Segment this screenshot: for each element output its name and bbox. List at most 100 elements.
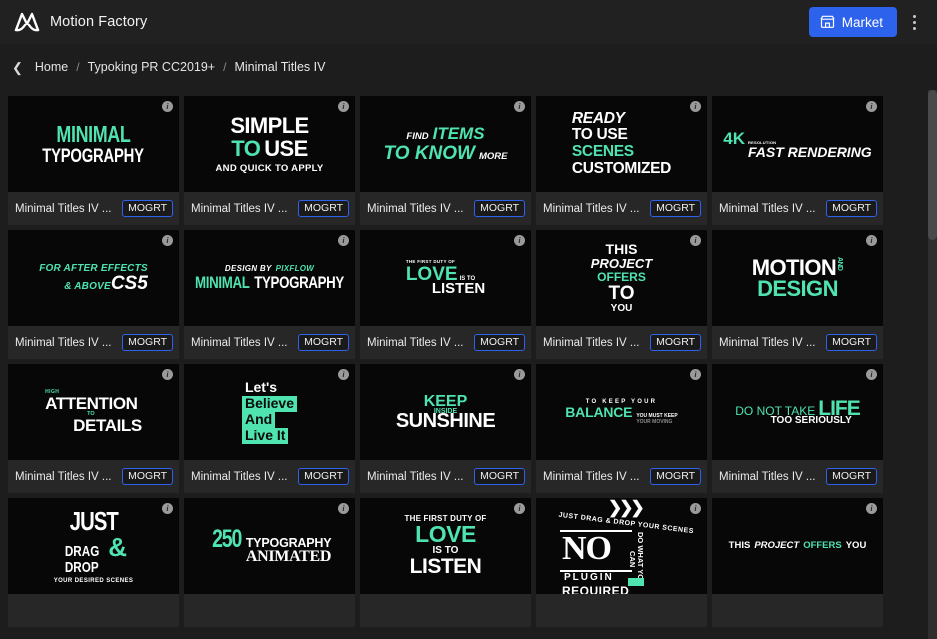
- info-icon[interactable]: i: [690, 503, 701, 514]
- template-card[interactable]: i THE FIRST DUTY OF LOVE IS TO LISTEN Min…: [360, 230, 531, 359]
- template-card[interactable]: i FOR AFTER EFFECTS & ABOVECS5 Minimal T…: [8, 230, 179, 359]
- template-card[interactable]: i 250 TYPOGRAPHY ANIMATED: [184, 498, 355, 627]
- info-icon[interactable]: i: [690, 101, 701, 112]
- template-card[interactable]: i THE FIRST DUTY OF LOVE IS TO LISTEN: [360, 498, 531, 627]
- card-meta: Minimal Titles IV ... MOGRT: [536, 326, 707, 359]
- art-text: SIMPLE: [230, 112, 309, 138]
- info-icon[interactable]: i: [338, 101, 349, 112]
- info-icon[interactable]: i: [514, 369, 525, 380]
- info-icon[interactable]: i: [338, 503, 349, 514]
- info-icon[interactable]: i: [690, 235, 701, 246]
- info-icon[interactable]: i: [866, 503, 877, 514]
- template-thumbnail[interactable]: i DO NOT TAKE LIFE TOO SERIOUSLY: [712, 364, 883, 460]
- top-bar: Motion Factory Market: [0, 0, 937, 44]
- art-text: READY: [571, 109, 625, 127]
- status-badge: MOGRT: [122, 199, 173, 218]
- template-card[interactable]: i Let's Believe And Live It Minimal Titl…: [184, 364, 355, 493]
- status-badge: MOGRT: [298, 467, 349, 486]
- card-title: Minimal Titles IV ...: [719, 202, 816, 215]
- info-icon[interactable]: i: [162, 101, 173, 112]
- template-card[interactable]: i THIS PROJECT OFFERS TO YOU Minimal Tit…: [536, 230, 707, 359]
- template-thumbnail[interactable]: i 250 TYPOGRAPHY ANIMATED: [184, 498, 355, 594]
- template-grid: i MINIMAL TYPOGRAPHY Minimal Titles IV .…: [0, 90, 937, 627]
- status-badge: MOGRT: [650, 199, 701, 218]
- card-meta: Minimal Titles IV ... MOGRT: [712, 192, 883, 225]
- template-card[interactable]: i TO KEEP YOUR BALANCE YOU MUST KEEP YOU…: [536, 364, 707, 493]
- template-card[interactable]: i READY TO USE SCENES CUSTOMIZED Minimal…: [536, 96, 707, 225]
- card-title: Minimal Titles IV ...: [543, 336, 640, 349]
- template-thumbnail[interactable]: i JUST DRAG DROP & YOUR DESIRED SCENES: [8, 498, 179, 594]
- art-text: TO USE: [571, 126, 628, 144]
- info-icon[interactable]: i: [338, 369, 349, 380]
- template-card[interactable]: i SIMPLE TO USE AND QUICK TO APPLY Minima…: [184, 96, 355, 225]
- card-title: Minimal Titles IV ...: [367, 336, 464, 349]
- template-thumbnail[interactable]: i MOTIONAND DESIGN: [712, 230, 883, 326]
- scrollbar-thumb[interactable]: [928, 90, 937, 240]
- template-thumbnail[interactable]: i DESIGN BY PIXFLOW MINIMAL TYPOGRAPHY: [184, 230, 355, 326]
- status-badge: MOGRT: [650, 467, 701, 486]
- info-icon[interactable]: i: [514, 101, 525, 112]
- info-icon[interactable]: i: [866, 369, 877, 380]
- thumbnail-art: JUST DRAG DROP & YOUR DESIRED SCENES: [54, 508, 134, 584]
- art-text: DROP: [64, 559, 99, 576]
- card-meta: Minimal Titles IV ... MOGRT: [184, 460, 355, 493]
- template-card[interactable]: i JUST DRAG DROP & YOUR DESIRED SCENES: [8, 498, 179, 627]
- info-icon[interactable]: i: [162, 369, 173, 380]
- template-card[interactable]: i FIND ITEMS TO KNOW MORE Minimal Titles I…: [360, 96, 531, 225]
- template-card[interactable]: i DESIGN BY PIXFLOW MINIMAL TYPOGRAPHY Min…: [184, 230, 355, 359]
- template-thumbnail[interactable]: i KEEP INSIDE SUNSHINE: [360, 364, 531, 460]
- thumbnail-art: FOR AFTER EFFECTS & ABOVECS5: [39, 263, 148, 293]
- art-text: SUNSHINE: [395, 409, 496, 432]
- art-text: TO: [231, 135, 261, 161]
- card-meta: Minimal Titles IV ... MOGRT: [360, 192, 531, 225]
- more-vertical-icon[interactable]: [901, 7, 927, 37]
- template-thumbnail[interactable]: i THIS PROJECT OFFERS TO YOU: [536, 230, 707, 326]
- template-thumbnail[interactable]: i THE FIRST DUTY OF LOVE IS TO LISTEN: [360, 230, 531, 326]
- template-card[interactable]: i THIS PROJECT OFFERS YOU: [712, 498, 883, 627]
- template-card[interactable]: i KEEP INSIDE SUNSHINE Minimal Titles IV…: [360, 364, 531, 493]
- info-icon[interactable]: i: [866, 235, 877, 246]
- topbar-actions: Market: [808, 7, 927, 37]
- template-thumbnail[interactable]: i ❯❯❯ JUST DRAG & DROP YOUR SCENES NO DO…: [536, 498, 707, 594]
- card-meta: Minimal Titles IV ... MOGRT: [8, 192, 179, 225]
- card-meta: Minimal Titles IV ... MOGRT: [184, 192, 355, 225]
- info-icon[interactable]: i: [338, 235, 349, 246]
- template-card[interactable]: i 4K RESOLUTION FAST RENDERING Minimal T…: [712, 96, 883, 225]
- template-thumbnail[interactable]: i THE FIRST DUTY OF LOVE IS TO LISTEN: [360, 498, 531, 594]
- template-thumbnail[interactable]: i FOR AFTER EFFECTS & ABOVECS5: [8, 230, 179, 326]
- card-meta: Minimal Titles IV ... MOGRT: [536, 192, 707, 225]
- template-thumbnail[interactable]: i Let's Believe And Live It: [184, 364, 355, 460]
- card-meta: [360, 594, 531, 627]
- template-card[interactable]: i DO NOT TAKE LIFE TOO SERIOUSLY Minimal…: [712, 364, 883, 493]
- template-thumbnail[interactable]: i THIS PROJECT OFFERS YOU: [712, 498, 883, 594]
- art-text: PIXFLOW: [275, 263, 315, 273]
- info-icon[interactable]: i: [514, 503, 525, 514]
- info-icon[interactable]: i: [162, 235, 173, 246]
- info-icon[interactable]: i: [690, 369, 701, 380]
- breadcrumb-item-home[interactable]: Home: [35, 60, 68, 74]
- art-text: DRAG: [64, 543, 100, 561]
- art-text: 4K: [723, 128, 746, 148]
- template-thumbnail[interactable]: i MINIMAL TYPOGRAPHY: [8, 96, 179, 192]
- template-thumbnail[interactable]: i FIND ITEMS TO KNOW MORE: [360, 96, 531, 192]
- template-thumbnail[interactable]: i SIMPLE TO USE AND QUICK TO APPLY: [184, 96, 355, 192]
- template-grid-scroll-area[interactable]: i MINIMAL TYPOGRAPHY Minimal Titles IV .…: [0, 90, 937, 639]
- market-button[interactable]: Market: [808, 7, 897, 37]
- breadcrumb-item-typoking[interactable]: Typoking PR CC2019+: [88, 60, 216, 74]
- info-icon[interactable]: i: [514, 235, 525, 246]
- template-thumbnail[interactable]: i READY TO USE SCENES CUSTOMIZED: [536, 96, 707, 192]
- info-icon[interactable]: i: [162, 503, 173, 514]
- chevron-left-icon[interactable]: ❮: [10, 61, 27, 74]
- template-card[interactable]: i HIGH ATTENTION TO DETAILS Minimal Titl…: [8, 364, 179, 493]
- vertical-scrollbar[interactable]: [928, 90, 937, 639]
- template-thumbnail[interactable]: i 4K RESOLUTION FAST RENDERING: [712, 96, 883, 192]
- template-card[interactable]: i MOTIONAND DESIGN Minimal Titles IV ...…: [712, 230, 883, 359]
- template-thumbnail[interactable]: i TO KEEP YOUR BALANCE YOU MUST KEEP YOU…: [536, 364, 707, 460]
- template-card[interactable]: i ❯❯❯ JUST DRAG & DROP YOUR SCENES NO DO…: [536, 498, 707, 627]
- info-icon[interactable]: i: [866, 101, 877, 112]
- template-thumbnail[interactable]: i HIGH ATTENTION TO DETAILS: [8, 364, 179, 460]
- kebab-dot: [912, 14, 916, 18]
- card-title: Minimal Titles IV ...: [367, 470, 464, 483]
- template-card[interactable]: i MINIMAL TYPOGRAPHY Minimal Titles IV .…: [8, 96, 179, 225]
- market-button-label: Market: [841, 14, 883, 30]
